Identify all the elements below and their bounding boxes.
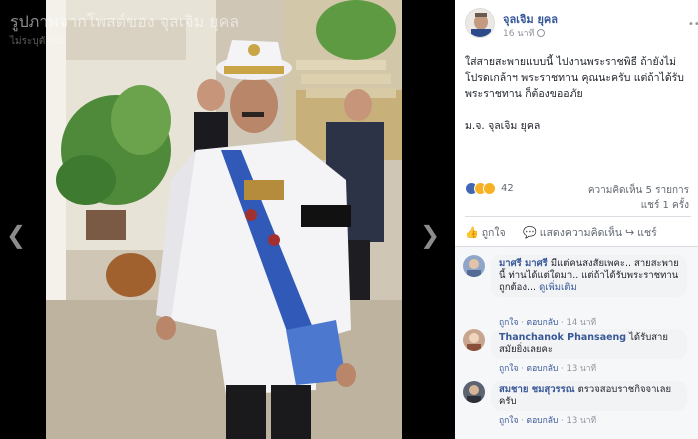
wow-reaction-icon (483, 182, 496, 195)
comment-meta: ถูกใจ · ตอบกลับ · 14 นาที (499, 318, 597, 328)
post-time-text: 16 นาที (503, 29, 535, 39)
photo-subtitle: ไม่ระบุตัวตน (10, 36, 65, 47)
reactions-bar[interactable]: 42 ความคิดเห็น 5 รายการ แชร์ 1 ครั้ง (465, 182, 693, 211)
reaction-count[interactable]: 42 (501, 183, 514, 194)
post-signature: ม.จ. จุลเจิม ยุคล (465, 120, 541, 132)
share-icon: ↪ (625, 226, 635, 239)
comment-button[interactable]: 💬 แสดงความคิดเห็น (523, 224, 622, 241)
post-header: จุลเจิม ยุคล 16 นาที ••• (465, 8, 698, 40)
comment-meta: ถูกใจ · ตอบกลับ · 13 นาที (499, 364, 597, 374)
photo-viewer: รูปภาพจากโพสต์ของ จุลเจิม ยุคล ไม่ระบุตั… (0, 0, 455, 439)
post-body: ใส่สายสะพายแบบนี้ ไปงานพระราชพิธี ถ้ายัง… (465, 54, 693, 150)
commenter-avatar[interactable] (463, 255, 485, 277)
commenter-avatar[interactable] (463, 381, 485, 403)
post-timestamp[interactable]: 16 นาที (503, 26, 546, 40)
post-panel: จุลเจิม ยุคล 16 นาที ••• ใส่สายสะพายแบบน… (455, 0, 698, 439)
like-button[interactable]: 👍 ถูกใจ (465, 224, 506, 241)
comment-meta: ถูกใจ · ตอบกลับ · 13 นาที (499, 416, 597, 426)
commenter-name-link[interactable]: มาศรี มาศรี (499, 258, 548, 269)
comment-like-link[interactable]: ถูกใจ (499, 416, 518, 426)
comment-like-link[interactable]: ถูกใจ (499, 318, 518, 328)
shares-count-link[interactable]: แชร์ 1 ครั้ง (641, 198, 689, 213)
comments-count-link[interactable]: ความคิดเห็น 5 รายการ (588, 183, 689, 198)
more-options-icon[interactable]: ••• (688, 20, 698, 30)
divider (465, 216, 691, 217)
commenter-name-link[interactable]: Thanchanok Phansaeng (499, 332, 626, 343)
action-bar: 👍 ถูกใจ 💬 แสดงความคิดเห็น ↪ แชร์ (461, 222, 693, 242)
commenter-avatar[interactable] (463, 329, 485, 351)
globe-icon (537, 29, 546, 37)
photo-title: รูปภาพจากโพสต์ของ จุลเจิม ยุคล (10, 12, 240, 31)
author-avatar[interactable] (465, 8, 495, 38)
post-photo[interactable] (46, 0, 402, 439)
comment-bubble: สมชาย ชมสุวรรณ ตรวจสอบราชกิจจาเลยครับ (491, 381, 687, 411)
comment-time[interactable]: 13 นาที (566, 416, 596, 426)
commenter-name-link[interactable]: สมชาย ชมสุวรรณ (499, 384, 575, 395)
comment-reply-link[interactable]: ตอบกลับ (527, 416, 559, 426)
comment-bubble: มาศรี มาศรี มีแต่คนสงสัยเพคะ.. สายสะพายน… (491, 255, 687, 297)
share-label: แชร์ (637, 227, 657, 239)
like-label: ถูกใจ (481, 227, 506, 239)
comment-bubble: Thanchanok Phansaeng ได้รับสายสมัยยิ่งเล… (491, 329, 687, 359)
comment-label: แสดงความคิดเห็น (539, 227, 623, 239)
comment-time[interactable]: 14 นาที (566, 318, 596, 328)
see-more-link[interactable]: ดูเพิ่มเติม (539, 282, 577, 293)
comment-reply-link[interactable]: ตอบกลับ (527, 364, 559, 374)
previous-photo-arrow-icon[interactable]: ❮ (6, 220, 26, 250)
comments-section: มาศรี มาศรี มีแต่คนสงสัยเพคะ.. สายสะพายน… (455, 246, 698, 439)
next-photo-arrow-icon[interactable]: ❯ (420, 220, 440, 250)
comment-reply-link[interactable]: ตอบกลับ (527, 318, 559, 328)
share-button[interactable]: ↪ แชร์ (625, 224, 657, 241)
thumbs-up-icon: 👍 (465, 226, 479, 239)
comment-icon: 💬 (523, 226, 537, 239)
comment-time[interactable]: 13 นาที (566, 364, 596, 374)
comment-like-link[interactable]: ถูกใจ (499, 364, 518, 374)
post-text: ใส่สายสะพายแบบนี้ ไปงานพระราชพิธี ถ้ายัง… (465, 56, 684, 100)
